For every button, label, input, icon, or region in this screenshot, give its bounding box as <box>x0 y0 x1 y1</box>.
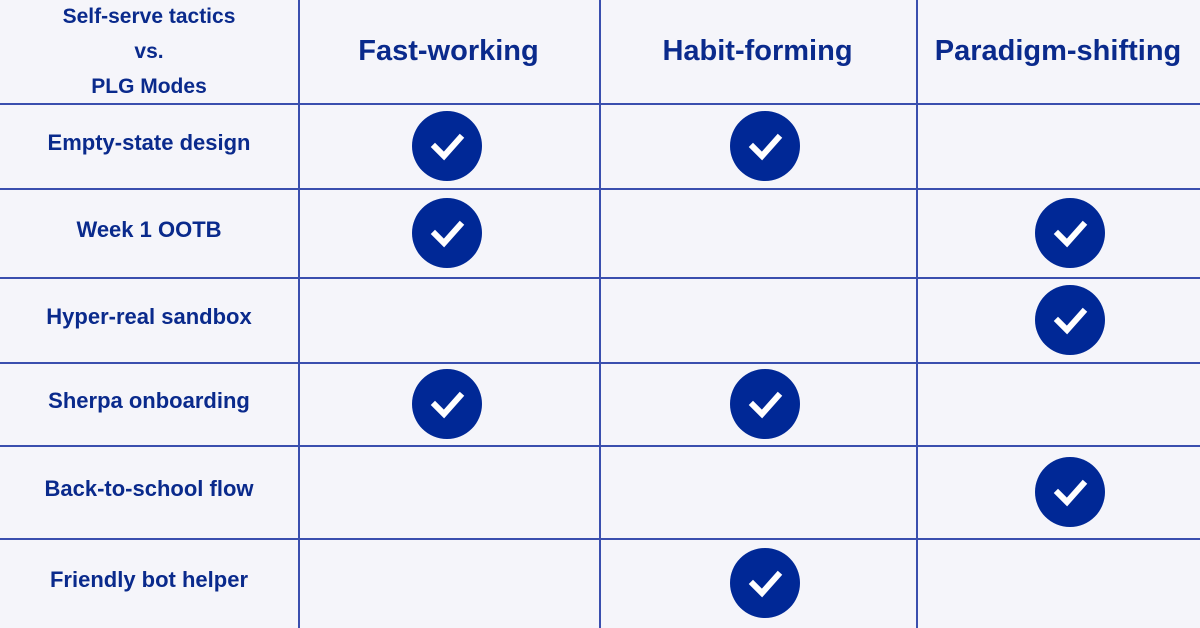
column-header-habit-forming: Habit-forming <box>662 35 853 67</box>
check-circle-icon <box>412 197 482 268</box>
row-label: Sherpa onboarding <box>48 387 250 413</box>
column-header-paradigm-shifting: Paradigm-shifting <box>934 35 1182 67</box>
check-circle-icon <box>730 110 800 181</box>
corner-line: Self-serve tactics <box>62 5 236 28</box>
table-corner-header: Self-serve tactics vs. PLG Modes <box>0 0 298 103</box>
check-circle-icon <box>730 368 800 439</box>
check-circle-icon <box>1035 456 1105 527</box>
corner-line: PLG Modes <box>91 75 207 98</box>
check-circle-icon <box>412 110 482 181</box>
check-circle-icon <box>1035 284 1105 355</box>
row-label: Week 1 OOTB <box>76 216 222 242</box>
row-label: Back-to-school flow <box>44 475 254 501</box>
grid-divider <box>599 0 601 628</box>
check-circle-icon <box>412 368 482 439</box>
check-circle-icon <box>1035 197 1105 268</box>
row-label: Empty-state design <box>47 129 251 155</box>
corner-line: vs. <box>134 40 164 63</box>
grid-divider <box>298 0 300 628</box>
row-label: Friendly bot helper <box>49 567 249 592</box>
grid-divider <box>916 0 918 628</box>
row-label: Hyper-real sandbox <box>46 303 252 329</box>
column-header-fast-working: Fast-working <box>358 35 539 67</box>
check-circle-icon <box>730 548 800 618</box>
